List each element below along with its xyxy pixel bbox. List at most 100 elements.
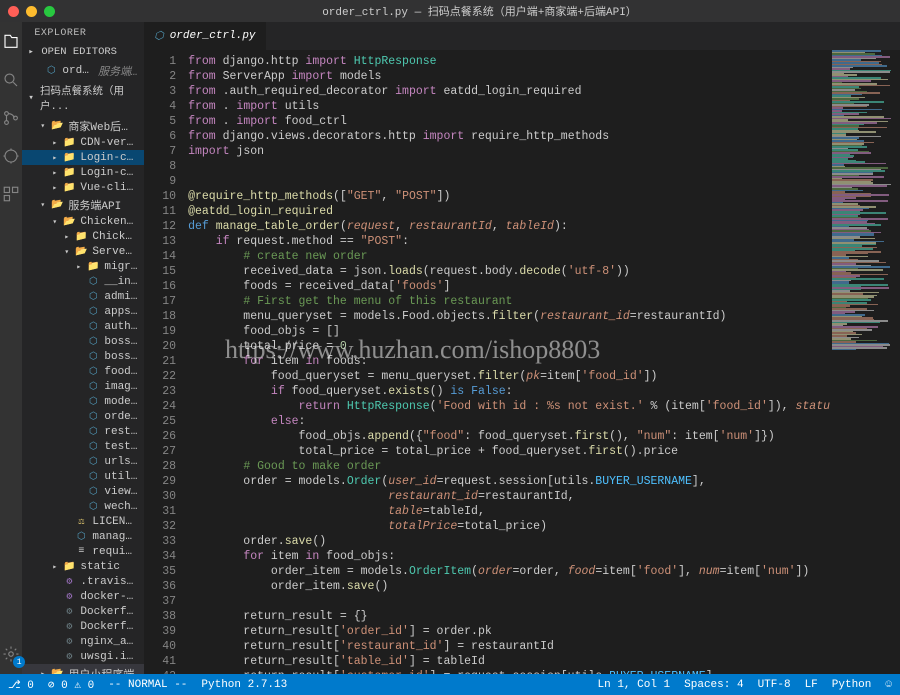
settings-gear-icon[interactable]: 1 xyxy=(1,644,21,664)
open-editor-item[interactable]: ⬡ order_ctrl.py 服务端API/Chicke... xyxy=(22,61,144,80)
workspace-label: 扫码点餐系统（用户... xyxy=(40,83,138,113)
tree-item[interactable]: ⬡boss_user_login_ctrl.... xyxy=(22,349,144,364)
tree-item[interactable]: ⬡tests.py xyxy=(22,439,144,454)
explorer-icon[interactable] xyxy=(1,32,21,52)
tree-item[interactable]: ▾📂服务端API xyxy=(22,195,144,214)
tree-label: food_ctrl.py xyxy=(104,366,138,378)
file-icon: ⚙ xyxy=(62,636,76,648)
status-cursor-position[interactable]: Ln 1, Col 1 xyxy=(598,679,671,691)
main: 1 EXPLORER ▸OPEN EDITORS ⬡ order_ctrl.py… xyxy=(0,22,900,674)
tree-item[interactable]: ⚙uwsgi.ini xyxy=(22,649,144,664)
tree-item[interactable]: ⬡ image_ctrl.py xyxy=(22,379,144,394)
close-window-button[interactable] xyxy=(8,6,19,17)
workspace-root[interactable]: ▾扫码点餐系统（用户... xyxy=(22,80,144,116)
tree-item[interactable]: ▾📂ServerApp xyxy=(22,244,144,259)
extensions-icon[interactable] xyxy=(1,184,21,204)
file-icon: ⬡ xyxy=(86,486,100,498)
tree-item[interactable]: ⬡apps.py xyxy=(22,304,144,319)
tree-item[interactable]: ⚙ nginx_app.conf xyxy=(22,634,144,649)
tree-item[interactable]: ▾📂ChickenDinner8 xyxy=(22,214,144,229)
tree-label: utils.py xyxy=(104,471,138,483)
line-numbers: 1234567891011121314151617181920212223242… xyxy=(144,50,188,674)
tree-item[interactable]: ⚖LICENSE xyxy=(22,514,144,529)
tree-label: boss_user_login_ctrl.... xyxy=(104,351,138,363)
tree-item[interactable]: ⬡wechat_login_ctrl.py xyxy=(22,499,144,514)
status-bar: ⎇ 0 ⊘ 0 ⚠ 0 -- NORMAL -- Python 2.7.13 L… xyxy=(0,674,900,695)
status-feedback-icon[interactable]: ☺ xyxy=(885,679,892,691)
status-problems[interactable]: ⊘ 0 ⚠ 0 xyxy=(48,678,94,692)
file-icon: 📂 xyxy=(62,216,76,228)
tree-item[interactable]: ▸📁Login-cdn-version xyxy=(22,150,144,165)
tree-item[interactable]: ▸📂用户小程序端 xyxy=(22,664,144,674)
tree-item[interactable]: ⚙Dockerfile_nginx xyxy=(22,619,144,634)
tree-item[interactable]: ▸📁Login-cli-version xyxy=(22,165,144,180)
status-git-branch[interactable]: ⎇ 0 xyxy=(8,678,34,692)
tree-item[interactable]: ⬡food_ctrl.py xyxy=(22,364,144,379)
tree-label: Login-cdn-version xyxy=(80,152,138,164)
tree-label: admin.py xyxy=(104,291,138,303)
file-icon: ⚙ xyxy=(62,591,76,603)
tree-item[interactable]: ⚙Dockerfile_django xyxy=(22,604,144,619)
editor-body[interactable]: 1234567891011121314151617181920212223242… xyxy=(144,50,900,674)
status-eol[interactable]: LF xyxy=(805,679,818,691)
tree-item[interactable]: ▸📁migrations xyxy=(22,259,144,274)
tree-label: ChickenDinner8Server xyxy=(92,231,138,243)
tab-label: order_ctrl.py xyxy=(170,30,256,42)
tree-label: image_ctrl.py xyxy=(104,381,138,393)
tree-item[interactable]: ⬡views.py xyxy=(22,484,144,499)
tree-item[interactable]: ▸📁CDN-version xyxy=(22,135,144,150)
maximize-window-button[interactable] xyxy=(44,6,55,17)
tree-item[interactable]: ⬡order_ctrl.py xyxy=(22,409,144,424)
file-icon: ⬡ xyxy=(86,381,100,393)
tree-label: Dockerfile_nginx xyxy=(80,621,138,633)
tab-bar: ⬡ order_ctrl.py xyxy=(144,22,900,50)
status-encoding[interactable]: UTF-8 xyxy=(758,679,791,691)
tree-item[interactable]: ⬡admin.py xyxy=(22,289,144,304)
tree-item[interactable]: ⬡urls.py xyxy=(22,454,144,469)
status-python-version[interactable]: Python 2.7.13 xyxy=(201,679,287,691)
activity-bar: 1 xyxy=(0,22,22,674)
explorer-header: EXPLORER xyxy=(22,22,144,43)
tree-item[interactable]: ⬡restaurant_ctrl.py xyxy=(22,424,144,439)
tree-label: nginx_app.conf xyxy=(80,636,138,648)
search-icon[interactable] xyxy=(1,70,21,90)
tree-item[interactable]: ⬡manage.py xyxy=(22,529,144,544)
tree-label: restaurant_ctrl.py xyxy=(104,426,138,438)
tree-label: CDN-version xyxy=(80,137,138,149)
tree-item[interactable]: ≡requirements.txt xyxy=(22,544,144,559)
file-icon: ⬡ xyxy=(86,276,100,288)
minimap[interactable] xyxy=(830,50,900,674)
tree-item[interactable]: ▸📁ChickenDinner8Server xyxy=(22,229,144,244)
tree-item[interactable]: ▾📂商家Web后台管理端 xyxy=(22,116,144,135)
tree-item[interactable]: ⬡models.py xyxy=(22,394,144,409)
tree-label: uwsgi.ini xyxy=(80,651,138,663)
open-editors-section[interactable]: ▸OPEN EDITORS xyxy=(22,43,144,61)
python-file-icon: ⬡ xyxy=(44,65,58,77)
debug-icon[interactable] xyxy=(1,146,21,166)
status-indentation[interactable]: Spaces: 4 xyxy=(684,679,743,691)
file-icon: 📁 xyxy=(62,137,76,149)
tree-label: 服务端API xyxy=(68,197,121,213)
tree-item[interactable]: ⬡__init__.py xyxy=(22,274,144,289)
source-control-icon[interactable] xyxy=(1,108,21,128)
tree-label: urls.py xyxy=(104,456,138,468)
open-editor-filename: order_ctrl.py xyxy=(62,65,91,77)
window-title: order_ctrl.py — 扫码点餐系统（用户端+商家端+后端API） xyxy=(67,3,892,19)
file-icon: ⬡ xyxy=(74,531,88,543)
tree-item[interactable]: ⬡boss_user_ctrl.py xyxy=(22,334,144,349)
status-language[interactable]: Python xyxy=(832,679,872,691)
file-icon: ⬡ xyxy=(86,321,100,333)
tree-item[interactable]: ⚙.travis.yml xyxy=(22,574,144,589)
tree-item[interactable]: ⬡auth_required_decorat... xyxy=(22,319,144,334)
code-content[interactable]: from django.http import HttpResponsefrom… xyxy=(188,50,830,674)
file-icon: 📁 xyxy=(62,561,76,573)
open-editor-path: 服务端API/Chicke... xyxy=(98,63,138,79)
file-icon: ⚖ xyxy=(74,516,88,528)
window-controls xyxy=(8,6,55,17)
tree-item[interactable]: ⬡utils.py xyxy=(22,469,144,484)
tree-item[interactable]: ▸📁Vue-cli-version xyxy=(22,180,144,195)
tree-item[interactable]: ▸📁static xyxy=(22,559,144,574)
minimize-window-button[interactable] xyxy=(26,6,37,17)
tree-item[interactable]: ⚙docker-compose.yml xyxy=(22,589,144,604)
tab-order-ctrl[interactable]: ⬡ order_ctrl.py xyxy=(144,22,266,50)
